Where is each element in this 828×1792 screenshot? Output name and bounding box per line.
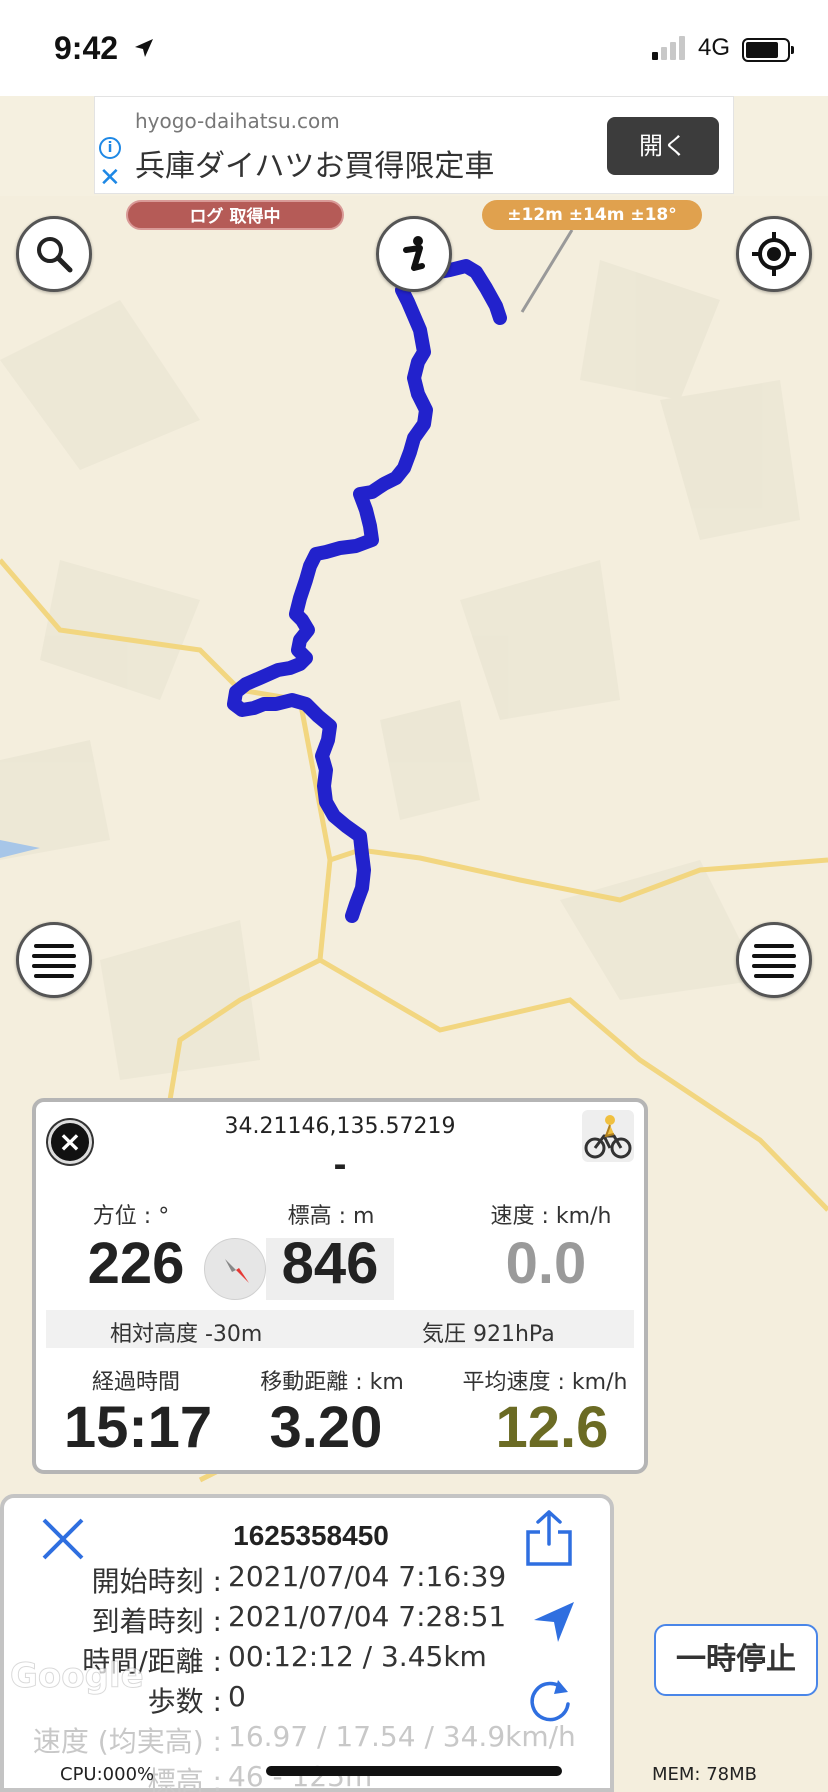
coordinates: 34.21146,135.57219 <box>224 1114 456 1139</box>
status-bar: 9:42 4G <box>0 0 828 96</box>
elapsed-label: 経過時間 <box>91 1370 180 1395</box>
distance-label: 移動距離 : km <box>260 1370 404 1395</box>
gps-track <box>227 259 507 923</box>
location-arrow-icon <box>135 39 153 57</box>
log-row-value: 0 <box>228 1680 246 1713</box>
info-icon <box>403 236 425 271</box>
info-panel: 34.21146,135.57219 - × 方位 : ° 標高 : m 速度 … <box>32 1098 648 1474</box>
speed-label: 速度 : km/h <box>490 1204 612 1229</box>
log-row-value: 2021/07/04 7:16:39 <box>228 1560 507 1593</box>
log-panel: 1625358450 開始時刻 :2021/07/04 7:16:39 到着時刻 … <box>0 1494 614 1792</box>
compass-icon <box>204 1238 266 1300</box>
log-row-key: 速度 (均実高) : <box>32 1725 222 1758</box>
right-menu-button[interactable] <box>736 922 812 998</box>
google-watermark: Google <box>10 1656 145 1697</box>
avg-speed-label: 平均速度 : km/h <box>462 1370 628 1395</box>
locate-button[interactable] <box>736 216 812 292</box>
network-type: 4G <box>698 34 731 61</box>
speed-value: 0.0 <box>505 1231 587 1296</box>
log-row-value: 16.97 / 17.54 / 34.9km/h <box>228 1720 576 1753</box>
avg-speed-value: 12.6 <box>495 1395 609 1460</box>
ad-domain: hyogo-daihatsu.com <box>135 109 340 133</box>
log-row-value: 00:12:12 / 3.45km <box>228 1640 487 1673</box>
info-button[interactable] <box>376 216 452 292</box>
cpu-usage: CPU:000% <box>60 1764 155 1785</box>
ad-banner[interactable]: i ✕ hyogo-daihatsu.com 兵庫ダイハツお買得限定車 開く <box>94 96 734 194</box>
ad-title: 兵庫ダイハツお買得限定車 <box>135 149 495 184</box>
battery-icon <box>742 38 794 62</box>
log-row: 速度 (均実高) :16.97 / 17.54 / 34.9km/h <box>4 1720 618 1758</box>
accuracy-badge: ±12m ±14m ±18° <box>482 200 702 230</box>
log-row-key: 標高 : <box>147 1765 222 1792</box>
clock: 9:42 <box>54 30 119 66</box>
log-row-value: 46 - 125m <box>228 1760 373 1792</box>
search-icon <box>37 237 73 273</box>
home-indicator[interactable] <box>266 1766 562 1776</box>
pressure: 気圧 921hPa <box>422 1322 555 1347</box>
log-row: 到着時刻 :2021/07/04 7:28:51 <box>4 1600 618 1638</box>
altitude-pressure-strip: 相対高度 -30m 気圧 921hPa <box>46 1310 634 1348</box>
heading-label: 方位 : ° <box>92 1204 170 1229</box>
log-row-key: 歩数 : <box>147 1685 222 1718</box>
pause-button[interactable]: 一時停止 <box>654 1624 818 1696</box>
ad-info-icon[interactable]: i <box>99 137 121 159</box>
locate-icon <box>752 232 796 276</box>
log-status-badge: ログ 取得中 <box>126 200 344 230</box>
elapsed-value: 15:17 <box>63 1395 213 1460</box>
distance-value: 3.20 <box>269 1395 383 1460</box>
log-row: 開始時刻 :2021/07/04 7:16:39 <box>4 1560 618 1598</box>
menu-icon <box>752 944 796 978</box>
close-panel-button[interactable]: × <box>48 1120 92 1164</box>
ad-close-icon[interactable]: ✕ <box>99 165 121 191</box>
elevation-value: 846 <box>281 1231 379 1296</box>
search-button[interactable] <box>16 216 92 292</box>
cell-signal-icon <box>652 34 685 60</box>
log-row-key: 到着時刻 : <box>91 1605 222 1638</box>
elevation-label: 標高 : m <box>287 1204 375 1229</box>
left-menu-button[interactable] <box>16 922 92 998</box>
relative-altitude: 相対高度 -30m <box>110 1322 263 1347</box>
log-row-key: 開始時刻 : <box>91 1565 222 1598</box>
ad-open-button[interactable]: 開く <box>607 117 719 175</box>
heading-value: 226 <box>87 1231 185 1296</box>
memory-usage: MEM: 78MB <box>652 1764 758 1785</box>
share-icon[interactable] <box>524 1508 574 1568</box>
place-name: - <box>333 1146 347 1184</box>
menu-icon <box>32 944 76 978</box>
log-row-value: 2021/07/04 7:28:51 <box>228 1600 507 1633</box>
cyclist-icon[interactable] <box>582 1110 634 1162</box>
